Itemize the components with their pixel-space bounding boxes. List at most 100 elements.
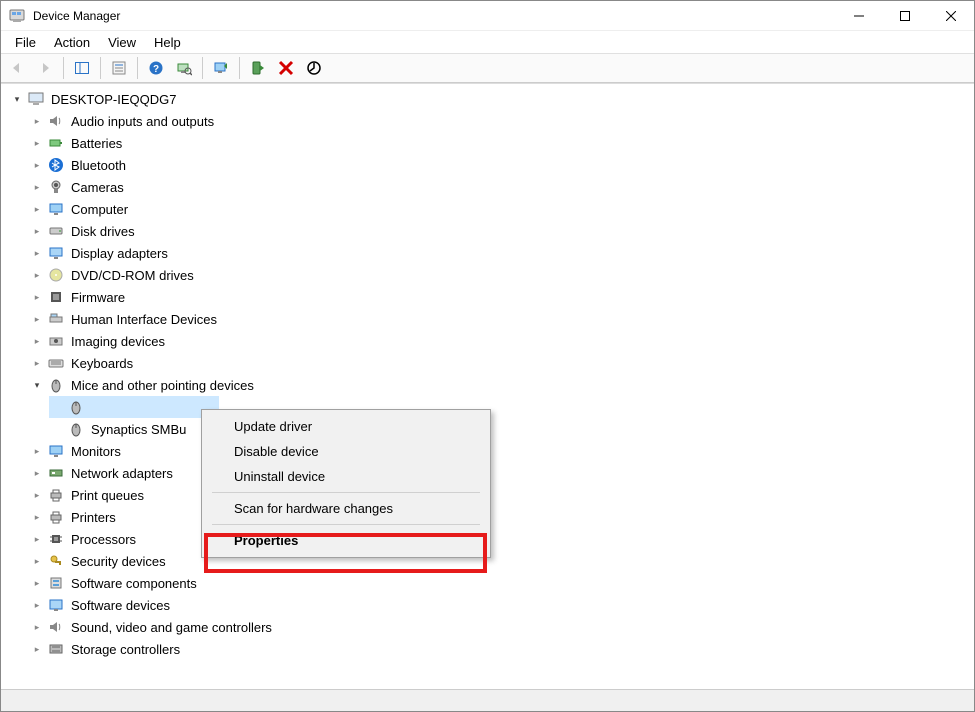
- security-icon: [47, 552, 65, 570]
- chevron-right-icon[interactable]: [29, 157, 45, 173]
- statusbar: [1, 689, 974, 711]
- device-manager-window: Device Manager File Action View Help: [0, 0, 975, 712]
- chevron-right-icon[interactable]: [29, 575, 45, 591]
- sound-icon: [47, 618, 65, 636]
- close-button[interactable]: [928, 1, 974, 31]
- minimize-button[interactable]: [836, 1, 882, 31]
- ctx-separator: [212, 524, 480, 525]
- titlebar: Device Manager: [1, 1, 974, 31]
- chevron-right-icon[interactable]: [29, 113, 45, 129]
- display-adapter-icon: [47, 244, 65, 262]
- tree-item-processors[interactable]: Processors: [29, 528, 974, 550]
- bluetooth-icon: [47, 156, 65, 174]
- maximize-button[interactable]: [882, 1, 928, 31]
- chevron-right-icon[interactable]: [29, 487, 45, 503]
- chevron-right-icon[interactable]: [29, 597, 45, 613]
- tree-item-mouse-hid[interactable]: [49, 396, 219, 418]
- tree-item-imaging[interactable]: Imaging devices: [29, 330, 974, 352]
- ctx-disable-device[interactable]: Disable device: [204, 439, 488, 464]
- chevron-right-icon[interactable]: [29, 553, 45, 569]
- chevron-down-icon[interactable]: [29, 377, 45, 393]
- tree-item-mouse-synaptics[interactable]: Synaptics SMBu: [49, 418, 974, 440]
- forward-button[interactable]: [33, 56, 57, 80]
- menu-action[interactable]: Action: [46, 33, 98, 52]
- speaker-icon: [47, 112, 65, 130]
- tree-item-sound[interactable]: Sound, video and game controllers: [29, 616, 974, 638]
- properties-button[interactable]: [107, 56, 131, 80]
- tree-item-print-queues[interactable]: Print queues: [29, 484, 974, 506]
- tree-item-security[interactable]: Security devices: [29, 550, 974, 572]
- chevron-right-icon[interactable]: [29, 443, 45, 459]
- ctx-scan-hardware[interactable]: Scan for hardware changes: [204, 496, 488, 521]
- tree-item-firmware[interactable]: Firmware: [29, 286, 974, 308]
- window-controls: [836, 1, 974, 31]
- ctx-update-driver[interactable]: Update driver: [204, 414, 488, 439]
- chevron-down-icon[interactable]: [9, 91, 25, 107]
- tree-item-monitors[interactable]: Monitors: [29, 440, 974, 462]
- dvd-icon: [47, 266, 65, 284]
- chevron-right-icon[interactable]: [29, 179, 45, 195]
- device-tree[interactable]: DESKTOP-IEQQDG7 Audio inputs and outputs…: [1, 84, 974, 689]
- tree-item-disk-drives[interactable]: Disk drives: [29, 220, 974, 242]
- ctx-separator: [212, 492, 480, 493]
- computer-icon: [27, 90, 45, 108]
- mouse-icon: [67, 420, 85, 438]
- disable-device-button[interactable]: [302, 56, 326, 80]
- chevron-right-icon[interactable]: [29, 245, 45, 261]
- uninstall-device-button[interactable]: [274, 56, 298, 80]
- ctx-properties[interactable]: Properties: [204, 528, 488, 553]
- tree-item-audio[interactable]: Audio inputs and outputs: [29, 110, 974, 132]
- chevron-right-icon[interactable]: [29, 289, 45, 305]
- window-title: Device Manager: [33, 9, 836, 23]
- tree-item-keyboards[interactable]: Keyboards: [29, 352, 974, 374]
- tree-item-software-devices[interactable]: Software devices: [29, 594, 974, 616]
- chevron-right-icon[interactable]: [29, 333, 45, 349]
- chevron-right-icon[interactable]: [29, 267, 45, 283]
- chevron-right-icon[interactable]: [29, 201, 45, 217]
- tree-item-cameras[interactable]: Cameras: [29, 176, 974, 198]
- toolbar-separator: [100, 57, 101, 79]
- tree-item-display-adapters[interactable]: Display adapters: [29, 242, 974, 264]
- mouse-icon: [67, 398, 85, 416]
- tree-item-batteries[interactable]: Batteries: [29, 132, 974, 154]
- menubar: File Action View Help: [1, 31, 974, 53]
- menu-view[interactable]: View: [100, 33, 144, 52]
- storage-icon: [47, 640, 65, 658]
- printer-icon: [47, 486, 65, 504]
- chevron-right-icon[interactable]: [29, 135, 45, 151]
- tree-item-computer[interactable]: Computer: [29, 198, 974, 220]
- chevron-right-icon[interactable]: [29, 641, 45, 657]
- menu-help[interactable]: Help: [146, 33, 189, 52]
- tree-item-storage-controllers[interactable]: Storage controllers: [29, 638, 974, 660]
- scan-hardware-button[interactable]: [172, 56, 196, 80]
- chip-icon: [47, 288, 65, 306]
- hid-icon: [47, 310, 65, 328]
- imaging-icon: [47, 332, 65, 350]
- chevron-right-icon[interactable]: [29, 465, 45, 481]
- tree-item-software-components[interactable]: Software components: [29, 572, 974, 594]
- network-icon: [47, 464, 65, 482]
- tree-item-network[interactable]: Network adapters: [29, 462, 974, 484]
- chevron-right-icon[interactable]: [29, 311, 45, 327]
- camera-icon: [47, 178, 65, 196]
- keyboard-icon: [47, 354, 65, 372]
- update-driver-button[interactable]: [209, 56, 233, 80]
- menu-file[interactable]: File: [7, 33, 44, 52]
- tree-item-hid[interactable]: Human Interface Devices: [29, 308, 974, 330]
- chevron-right-icon[interactable]: [29, 355, 45, 371]
- ctx-uninstall-device[interactable]: Uninstall device: [204, 464, 488, 489]
- show-hide-tree-button[interactable]: [70, 56, 94, 80]
- tree-item-dvd[interactable]: DVD/CD-ROM drives: [29, 264, 974, 286]
- tree-item-mice[interactable]: Mice and other pointing devices: [29, 374, 974, 396]
- tree-item-printers[interactable]: Printers: [29, 506, 974, 528]
- help-button[interactable]: ?: [144, 56, 168, 80]
- chevron-right-icon[interactable]: [29, 509, 45, 525]
- chevron-right-icon[interactable]: [29, 619, 45, 635]
- tree-item-bluetooth[interactable]: Bluetooth: [29, 154, 974, 176]
- tree-root[interactable]: DESKTOP-IEQQDG7: [9, 88, 974, 110]
- chevron-right-icon[interactable]: [29, 223, 45, 239]
- enable-device-button[interactable]: [246, 56, 270, 80]
- back-button[interactable]: [5, 56, 29, 80]
- chevron-right-icon[interactable]: [29, 531, 45, 547]
- content-area: DESKTOP-IEQQDG7 Audio inputs and outputs…: [1, 83, 974, 689]
